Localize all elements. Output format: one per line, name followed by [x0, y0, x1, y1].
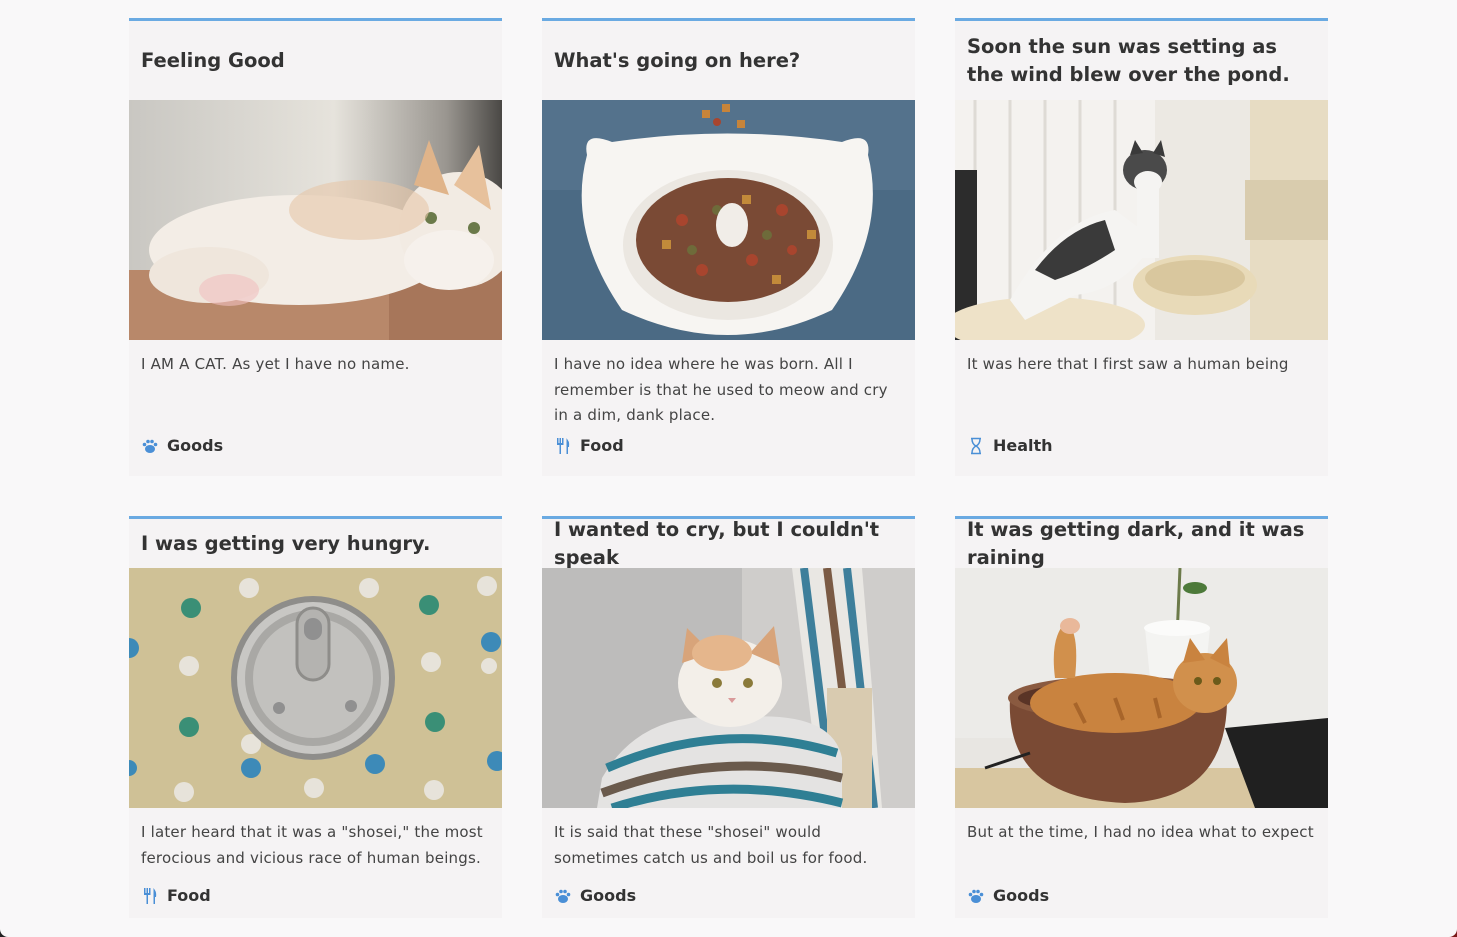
paw-icon — [554, 887, 572, 905]
category-tag[interactable]: Goods — [129, 436, 502, 455]
card-description: I have no idea where he was born. All I … — [554, 355, 888, 424]
category-label: Goods — [993, 886, 1050, 905]
category-tag[interactable]: Food — [129, 886, 502, 905]
category-label: Health — [993, 436, 1053, 455]
card-title[interactable]: Feeling Good — [129, 21, 502, 100]
category-label: Food — [580, 436, 624, 455]
category-tag[interactable]: Food — [542, 436, 915, 455]
card-image[interactable] — [542, 568, 915, 808]
category-tag[interactable]: Goods — [955, 886, 1328, 905]
card-title[interactable]: Soon the sun was setting as the wind ble… — [955, 21, 1328, 100]
card-description: I AM A CAT. As yet I have no name. — [141, 355, 410, 373]
paw-icon — [141, 437, 159, 455]
card-image[interactable] — [129, 100, 502, 340]
card-description: It is said that these "shosei" would som… — [554, 823, 868, 867]
fork-knife-icon — [141, 887, 159, 905]
window-corner-left — [0, 929, 8, 937]
cat-lying-on-box-photo — [129, 100, 502, 340]
cat-on-cat-tree-photo — [955, 100, 1328, 340]
card-description: It was here that I first saw a human bei… — [967, 355, 1289, 373]
card-title[interactable]: I was getting very hungry. — [129, 519, 502, 568]
card-image[interactable] — [129, 568, 502, 808]
article-card[interactable]: Soon the sun was setting as the wind ble… — [955, 18, 1328, 476]
article-card[interactable]: Feeling Good I AM A CAT. As yet I have n… — [129, 18, 502, 476]
category-tag[interactable]: Health — [955, 436, 1328, 455]
card-title[interactable]: What's going on here? — [542, 21, 915, 100]
card-description: I later heard that it was a "shosei," th… — [141, 823, 483, 867]
card-image[interactable] — [955, 100, 1328, 340]
card-image[interactable] — [955, 568, 1328, 808]
orange-cat-in-pot-photo — [955, 568, 1328, 808]
article-card[interactable]: What's going on here? I have no idea whe… — [542, 18, 915, 476]
card-image[interactable] — [542, 100, 915, 340]
card-description: But at the time, I had no idea what to e… — [967, 823, 1314, 841]
article-card[interactable]: It was getting dark, and it was raining — [955, 516, 1328, 918]
article-card[interactable]: I was getting very hungry. I later heard… — [129, 516, 502, 918]
category-label: Goods — [580, 886, 637, 905]
card-title[interactable]: It was getting dark, and it was raining — [955, 518, 1328, 569]
fork-knife-icon — [554, 437, 572, 455]
article-card[interactable]: I wanted to cry, but I couldn't speak It… — [542, 516, 915, 918]
card-title[interactable]: I wanted to cry, but I couldn't speak — [542, 518, 915, 569]
category-tag[interactable]: Goods — [542, 886, 915, 905]
tin-can-on-polka-dots-photo — [129, 568, 502, 808]
card-grid: Feeling Good I AM A CAT. As yet I have n… — [129, 18, 1328, 918]
category-label: Food — [167, 886, 211, 905]
category-label: Goods — [167, 436, 224, 455]
hourglass-icon — [967, 437, 985, 455]
paw-icon — [967, 887, 985, 905]
cat-in-striped-bag-photo — [542, 568, 915, 808]
window-corner-right — [1449, 929, 1457, 937]
cat-food-bowl-photo — [542, 100, 915, 340]
